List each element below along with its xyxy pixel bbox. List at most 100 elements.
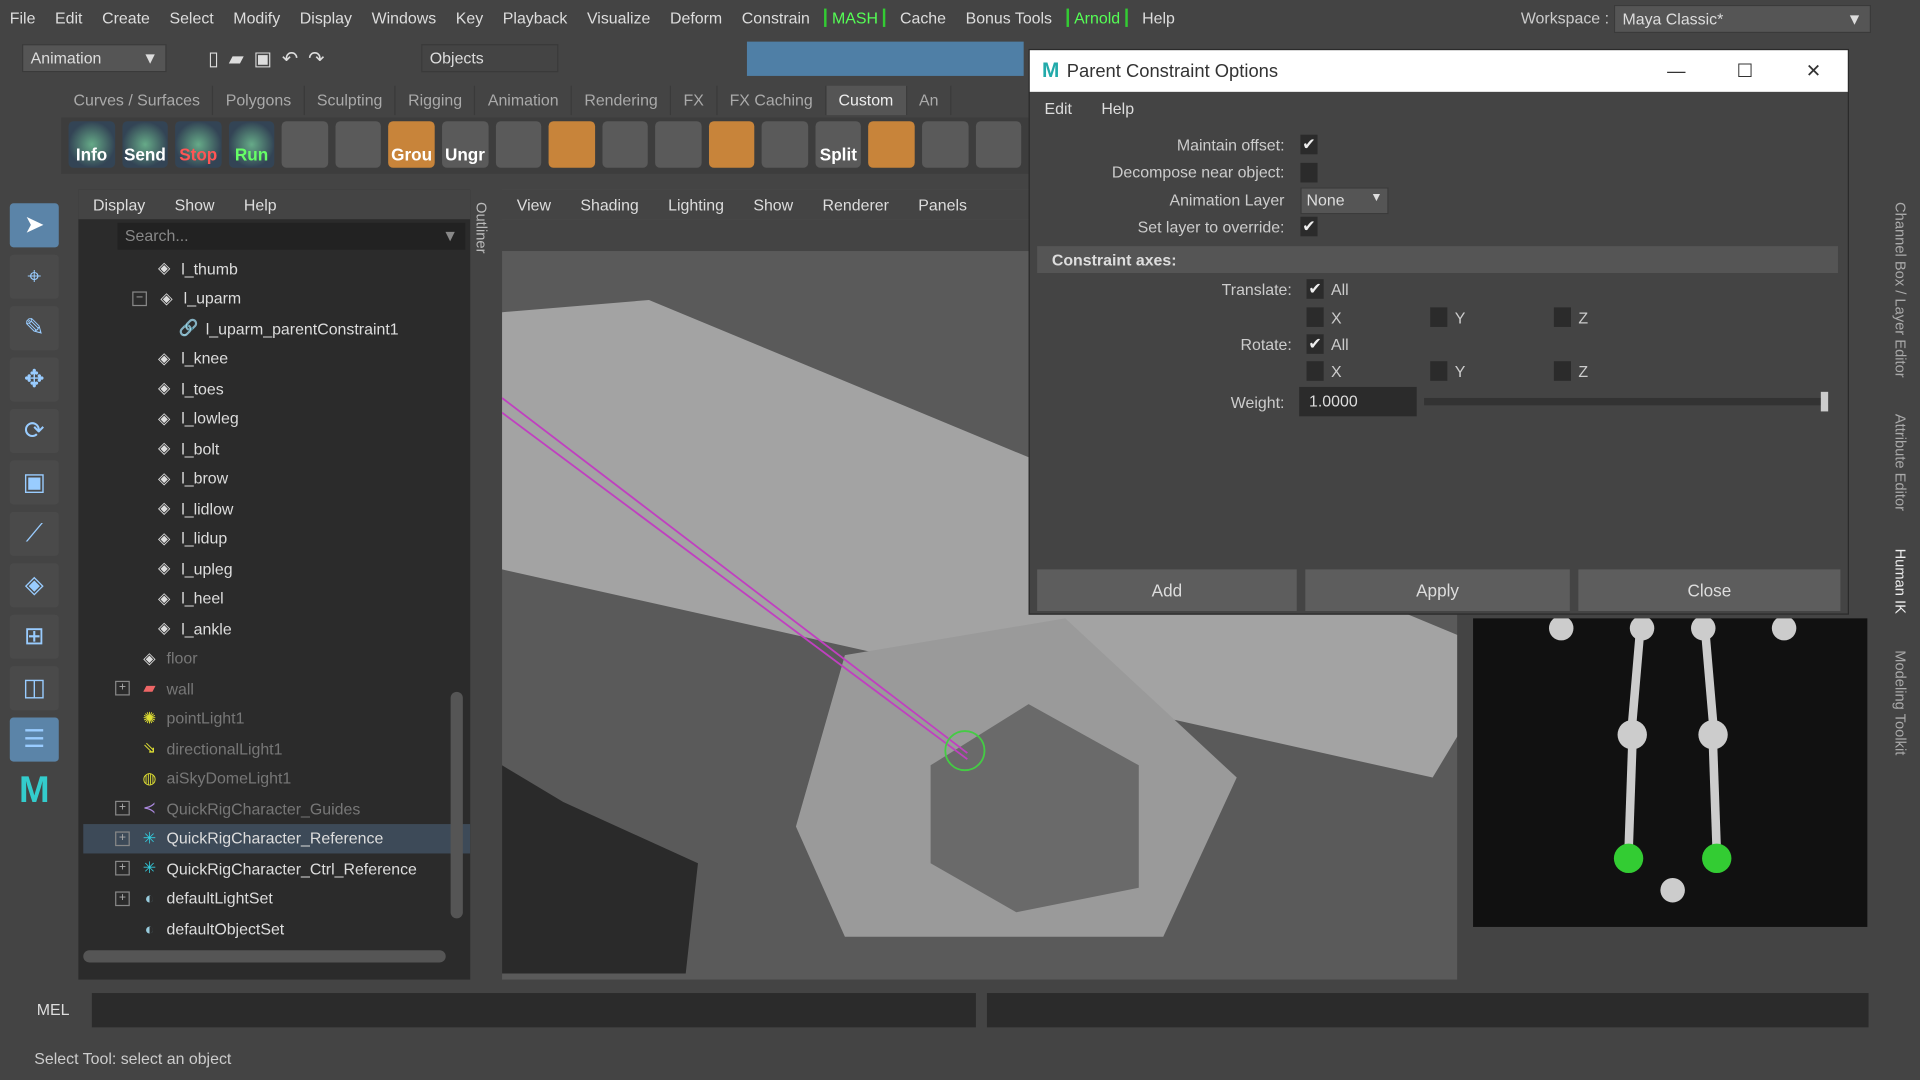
shelf-button[interactable]: Grou xyxy=(388,121,435,168)
select-tool-icon[interactable]: ➤ xyxy=(9,203,59,248)
menu-select[interactable]: Select xyxy=(160,8,224,26)
translate-all-checkbox[interactable]: ✔ xyxy=(1306,279,1324,299)
shelf-button[interactable]: Send xyxy=(121,121,168,168)
shelf-button[interactable]: Ungr xyxy=(441,121,488,168)
rotate-y-checkbox[interactable] xyxy=(1430,361,1448,381)
outliner-item[interactable]: ◈ l_lidlow xyxy=(83,493,470,523)
layout-four-icon[interactable]: ⊞ xyxy=(9,614,59,659)
outliner-search-input[interactable]: Search... ▼ xyxy=(117,222,466,250)
v-menu-panels[interactable]: Panels xyxy=(904,195,982,213)
menu-create[interactable]: Create xyxy=(92,8,159,26)
expand-icon[interactable]: + xyxy=(115,891,130,906)
outliner-item[interactable]: + ≺ QuickRigCharacter_Guides xyxy=(83,793,470,823)
shelf-button[interactable] xyxy=(335,121,382,168)
shelf-button[interactable] xyxy=(975,121,1022,168)
shelf-button[interactable] xyxy=(868,121,915,168)
outliner-item[interactable]: ◍ aiSkyDomeLight1 xyxy=(83,763,470,793)
shelf-tab-polygons[interactable]: Polygons xyxy=(213,85,305,116)
outliner-item[interactable]: ◈ l_thumb xyxy=(83,253,470,283)
shelf-tab-fx-caching[interactable]: FX Caching xyxy=(717,85,827,116)
outliner-item[interactable]: ✺ pointLight1 xyxy=(83,703,470,733)
menu-bonus-tools[interactable]: Bonus Tools xyxy=(956,8,1062,26)
shelf-button[interactable]: Split xyxy=(815,121,862,168)
outliner-item[interactable]: + ◐ defaultLightSet xyxy=(83,883,470,913)
tab-modeling-toolkit[interactable]: Modeling Toolkit xyxy=(1892,650,1909,755)
shelf-button[interactable] xyxy=(281,121,328,168)
o-menu-help[interactable]: Help xyxy=(229,195,291,213)
outliner-item[interactable]: ◈ l_lidup xyxy=(83,523,470,553)
shelf-button[interactable]: Info xyxy=(68,121,115,168)
weight-input[interactable]: 1.0000 xyxy=(1299,386,1417,417)
outliner-layout-icon[interactable]: ☰ xyxy=(9,717,59,762)
shelf-button[interactable]: Run xyxy=(228,121,275,168)
tab-attribute-editor[interactable]: Attribute Editor xyxy=(1892,414,1909,511)
mode-dropdown[interactable]: Animation ▼ xyxy=(22,44,167,73)
shelf-button[interactable] xyxy=(762,121,809,168)
animation-layer-dropdown[interactable]: None ▼ xyxy=(1300,187,1389,215)
menu-key[interactable]: Key xyxy=(446,8,493,26)
shelf-button[interactable] xyxy=(655,121,702,168)
shelf-tab-custom[interactable]: Custom xyxy=(826,85,907,116)
outliner-side-tab[interactable]: Outliner xyxy=(473,202,490,253)
rotate-all-checkbox[interactable]: ✔ xyxy=(1306,334,1324,354)
menu-edit[interactable]: Edit xyxy=(45,8,92,26)
outliner-item[interactable]: ◈ l_upleg xyxy=(83,553,470,583)
translate-y-checkbox[interactable] xyxy=(1430,307,1448,327)
translate-x-checkbox[interactable] xyxy=(1306,307,1324,327)
menu-modify[interactable]: Modify xyxy=(224,8,290,26)
menu-visualize[interactable]: Visualize xyxy=(577,8,660,26)
override-checkbox[interactable]: ✔ xyxy=(1300,216,1318,237)
outliner-item[interactable]: ◈ floor xyxy=(83,643,470,673)
menu-mash[interactable]: MASH xyxy=(824,7,886,27)
shelf-tab-sculpting[interactable]: Sculpting xyxy=(305,85,396,116)
v-menu-shading[interactable]: Shading xyxy=(566,195,654,213)
outliner-item[interactable]: ◈ l_ankle xyxy=(83,613,470,643)
outliner-item[interactable]: ⇘ directionalLight1 xyxy=(83,733,470,763)
menu-cache[interactable]: Cache xyxy=(890,8,956,26)
menu-help[interactable]: Help xyxy=(1132,8,1184,26)
outliner-item[interactable]: 🔗 l_uparm_parentConstraint1 xyxy=(83,313,470,343)
shelf-button[interactable]: Stop xyxy=(175,121,222,168)
rotate-z-checkbox[interactable] xyxy=(1553,361,1572,381)
last-tool-icon[interactable]: ⟋ xyxy=(9,511,59,556)
shelf-tab-rigging[interactable]: Rigging xyxy=(396,85,476,116)
menu-constrain[interactable]: Constrain xyxy=(732,8,820,26)
constraint-axes-section[interactable]: Constraint axes: xyxy=(1037,246,1838,274)
lasso-tool-icon[interactable]: ⌖ xyxy=(9,254,59,299)
shelf-tab-an[interactable]: An xyxy=(907,85,952,116)
menu-playback[interactable]: Playback xyxy=(493,8,577,26)
o-menu-show[interactable]: Show xyxy=(160,195,229,213)
outliner-item[interactable]: + ✳ QuickRigCharacter_Reference xyxy=(83,823,471,854)
layout-two-icon[interactable]: ◫ xyxy=(9,666,59,711)
maximize-icon[interactable]: ☐ xyxy=(1711,60,1780,82)
menu-deform[interactable]: Deform xyxy=(660,8,732,26)
outliner-item[interactable]: ◈ l_bolt xyxy=(83,433,470,463)
decompose-checkbox[interactable] xyxy=(1300,162,1318,183)
shelf-button[interactable] xyxy=(495,121,542,168)
v-menu-lighting[interactable]: Lighting xyxy=(653,195,738,213)
v-menu-show[interactable]: Show xyxy=(739,195,808,213)
close-icon[interactable]: ✕ xyxy=(1779,60,1848,82)
shelf-tab-animation[interactable]: Animation xyxy=(476,85,573,116)
apply-button[interactable]: Apply xyxy=(1305,569,1570,612)
file-icons[interactable]: ▯▰▣↶↷ xyxy=(208,47,334,71)
shelf-button[interactable] xyxy=(601,121,648,168)
layout-single-icon[interactable]: ◈ xyxy=(9,563,59,608)
v-menu-view[interactable]: View xyxy=(502,195,566,213)
outliner-vertical-scrollbar[interactable] xyxy=(450,691,463,919)
move-tool-icon[interactable]: ✥ xyxy=(9,357,59,402)
expand-icon[interactable]: + xyxy=(115,801,130,816)
rotate-x-checkbox[interactable] xyxy=(1306,361,1324,381)
workspace-dropdown[interactable]: Maya Classic* ▼ xyxy=(1613,4,1872,34)
maintain-offset-checkbox[interactable]: ✔ xyxy=(1300,134,1318,155)
tab-channel-box[interactable]: Channel Box / Layer Editor xyxy=(1892,202,1909,378)
outliner-item[interactable]: ◈ l_lowleg xyxy=(83,403,470,433)
shelf-tab-curves-surfaces[interactable]: Curves / Surfaces xyxy=(61,85,214,116)
scale-tool-icon[interactable]: ▣ xyxy=(9,460,59,505)
minimize-icon[interactable]: — xyxy=(1642,61,1711,82)
outliner-item[interactable]: ◈ l_knee xyxy=(83,343,470,373)
expand-icon[interactable]: + xyxy=(115,861,130,876)
outliner-horizontal-scrollbar[interactable] xyxy=(83,950,446,963)
paint-select-icon[interactable]: ✎ xyxy=(9,306,59,351)
weight-slider-thumb[interactable] xyxy=(1820,391,1829,412)
